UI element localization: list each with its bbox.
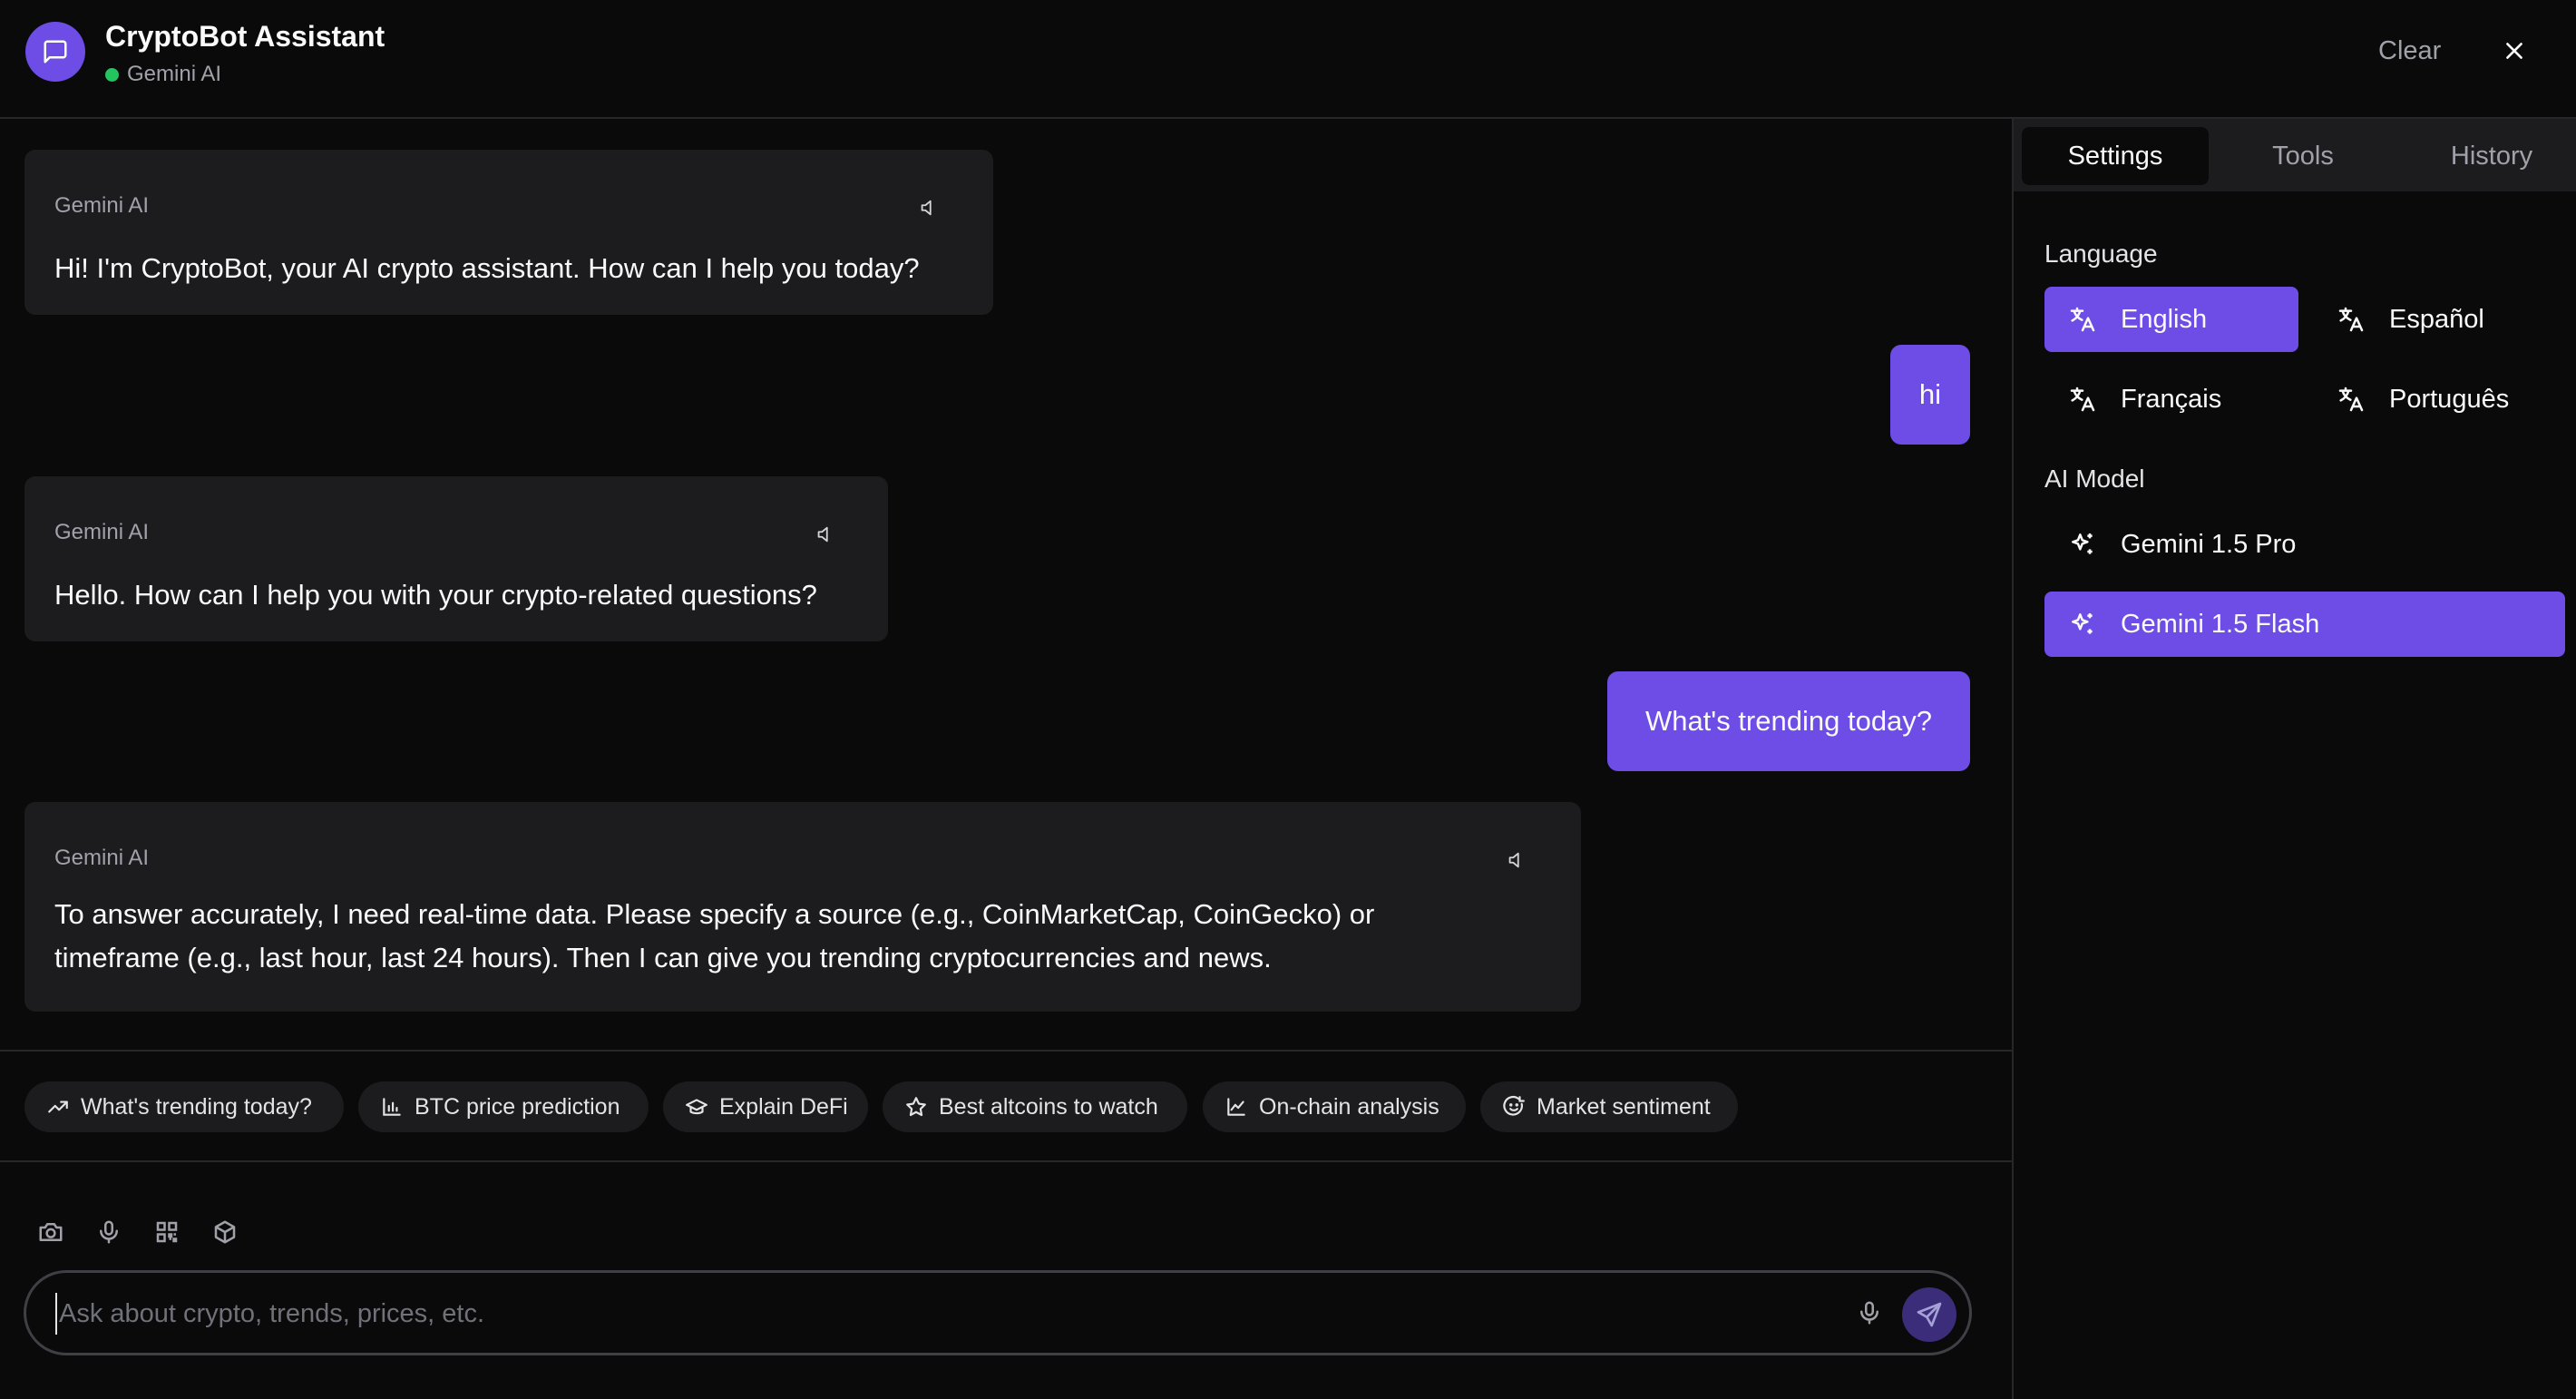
tab-settings[interactable]: Settings xyxy=(2022,127,2209,185)
message-sender: Gemini AI xyxy=(54,520,150,544)
language-option-portugues[interactable]: Português xyxy=(2313,367,2567,432)
suggestion-chip[interactable]: On-chain analysis xyxy=(1203,1081,1466,1132)
option-label: Português xyxy=(2389,384,2510,414)
suggestion-chip[interactable]: BTC price prediction xyxy=(358,1081,649,1132)
app-title: CryptoBot Assistant xyxy=(105,20,385,53)
header: CryptoBot Assistant Gemini AI Clear xyxy=(0,0,2576,119)
camera-icon[interactable] xyxy=(34,1216,67,1248)
clear-button[interactable]: Clear xyxy=(2378,36,2441,66)
close-icon[interactable] xyxy=(2496,33,2532,69)
chat-input-box xyxy=(24,1270,1972,1355)
translate-icon xyxy=(2338,386,2364,412)
ai-model-section-label: AI Model xyxy=(2044,465,2145,493)
chip-label: BTC price prediction xyxy=(415,1093,620,1120)
qr-code-icon[interactable] xyxy=(151,1216,183,1248)
language-option-espanol[interactable]: Español xyxy=(2313,287,2567,352)
option-label: Français xyxy=(2121,384,2222,414)
microphone-icon[interactable] xyxy=(1851,1295,1888,1331)
divider xyxy=(0,1160,2012,1162)
message-sender: Gemini AI xyxy=(54,846,150,870)
cube-icon[interactable] xyxy=(209,1216,241,1248)
model-status: Gemini AI xyxy=(105,62,221,87)
chat-bubble-icon xyxy=(25,22,85,82)
message-sender: Gemini AI xyxy=(54,193,150,218)
message-list: Gemini AI Hi! I'm CryptoBot, your AI cry… xyxy=(0,119,2012,1026)
option-label: Gemini 1.5 Pro xyxy=(2121,529,2297,559)
line-chart-icon xyxy=(1227,1098,1245,1116)
option-label: Español xyxy=(2389,304,2484,334)
user-message: hi xyxy=(1890,345,1970,445)
bot-message: Gemini AI Hello. How can I help you with… xyxy=(24,476,888,641)
translate-icon xyxy=(2070,307,2095,332)
language-option-francais[interactable]: Français xyxy=(2044,367,2298,432)
chip-label: Market sentiment xyxy=(1537,1093,1711,1120)
divider xyxy=(0,1050,2012,1052)
bot-message: Gemini AI To answer accurately, I need r… xyxy=(24,802,1581,1012)
model-option-gemini-pro[interactable]: Gemini 1.5 Pro xyxy=(2044,512,2565,577)
suggestion-chip[interactable]: What's trending today? xyxy=(24,1081,344,1132)
message-text-line: timeframe (e.g., last hour, last 24 hour… xyxy=(54,942,1272,973)
tab-tools[interactable]: Tools xyxy=(2210,127,2396,185)
star-icon xyxy=(906,1097,926,1117)
suggestion-chip[interactable]: Market sentiment xyxy=(1480,1081,1738,1132)
bar-chart-icon xyxy=(383,1098,401,1116)
model-option-gemini-flash[interactable]: Gemini 1.5 Flash xyxy=(2044,592,2565,657)
microphone-icon[interactable] xyxy=(93,1216,125,1248)
speaker-icon[interactable] xyxy=(812,522,837,547)
option-label: English xyxy=(2121,304,2208,334)
suggestion-chip[interactable]: Best altcoins to watch xyxy=(883,1081,1187,1132)
status-label: Gemini AI xyxy=(127,62,222,86)
trending-up-icon xyxy=(48,1101,68,1113)
sparkles-icon xyxy=(2072,533,2093,554)
send-button[interactable] xyxy=(1902,1287,1956,1342)
bot-message: Gemini AI Hi! I'm CryptoBot, your AI cry… xyxy=(24,150,993,315)
send-icon xyxy=(1917,1302,1942,1327)
smile-icon xyxy=(1503,1095,1525,1116)
suggestion-chip[interactable]: Explain DeFi xyxy=(663,1081,868,1132)
language-option-english[interactable]: English xyxy=(2044,287,2298,352)
message-text: Hi! I'm CryptoBot, your AI crypto assist… xyxy=(54,252,920,284)
chat-app: CryptoBot Assistant Gemini AI Clear Gemi… xyxy=(0,0,2576,1399)
language-section-label: Language xyxy=(2044,240,2158,268)
option-label: Gemini 1.5 Flash xyxy=(2121,609,2320,639)
tab-history[interactable]: History xyxy=(2398,127,2576,185)
translate-icon xyxy=(2338,307,2364,332)
chip-label: What's trending today? xyxy=(81,1093,312,1120)
translate-icon xyxy=(2070,386,2095,412)
chat-input[interactable] xyxy=(55,1293,1815,1335)
side-panel-tabs: Settings Tools History xyxy=(2014,119,2576,191)
chip-label: Explain DeFi xyxy=(719,1093,848,1120)
message-text: Hello. How can I help you with your cryp… xyxy=(54,579,817,611)
sparkles-icon xyxy=(2072,613,2093,634)
chip-label: Best altcoins to watch xyxy=(939,1093,1158,1120)
panel-divider xyxy=(2012,119,2014,1399)
status-dot xyxy=(105,67,119,82)
chip-label: On-chain analysis xyxy=(1259,1093,1439,1120)
speaker-icon[interactable] xyxy=(915,195,941,220)
message-text-line: To answer accurately, I need real-time d… xyxy=(54,898,1375,930)
graduation-cap-icon xyxy=(686,1099,707,1115)
speaker-icon[interactable] xyxy=(1503,847,1528,873)
user-message: What's trending today? xyxy=(1607,671,1970,771)
